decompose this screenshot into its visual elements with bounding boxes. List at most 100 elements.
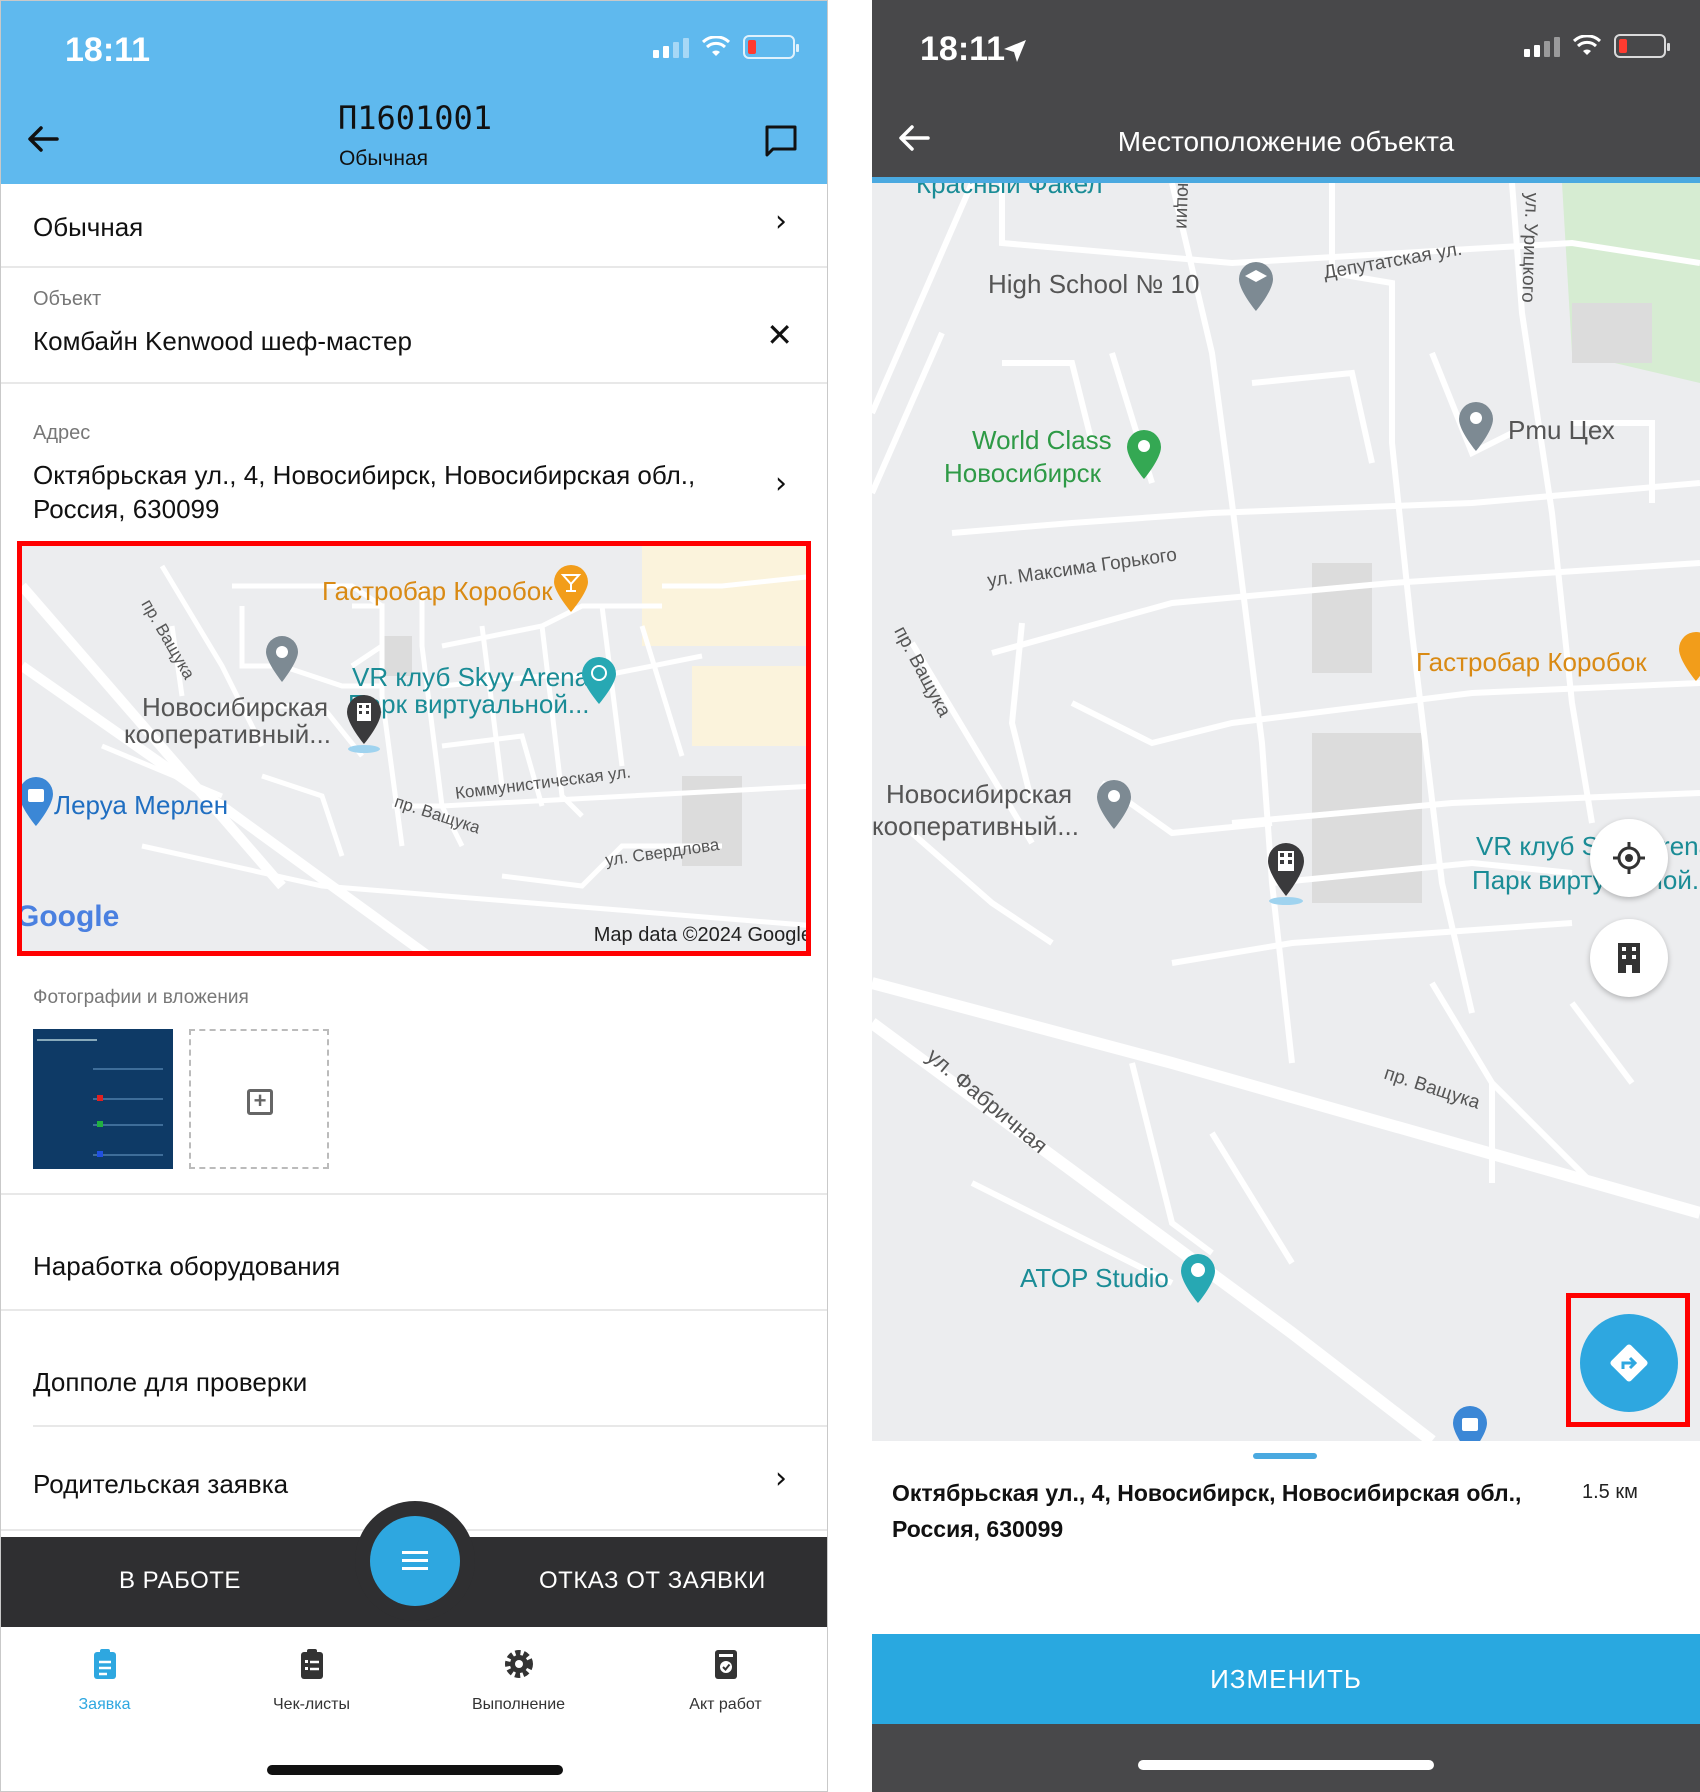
right-screen-object-location: 18:11 Местоположение объекта Красный Фак… (872, 0, 1700, 1792)
building-icon (1618, 943, 1640, 973)
menu-fab-button[interactable] (370, 1516, 460, 1606)
directions-button[interactable] (1580, 1314, 1678, 1412)
map-place-label: Красный Факел (916, 183, 1103, 199)
location-arrow-icon (1004, 40, 1026, 62)
map-place-label: Парк виртуальной... (348, 689, 590, 719)
google-logo: Google (17, 900, 120, 933)
signal-icon (653, 36, 689, 58)
bar-pin-icon (554, 565, 588, 612)
sheet-handle[interactable] (1253, 1453, 1317, 1459)
bottom-area (872, 1724, 1700, 1792)
clear-icon[interactable]: ✕ (766, 316, 793, 354)
status-time: 18:11 (920, 30, 1006, 68)
chat-icon[interactable] (763, 123, 799, 159)
directions-icon (1610, 1344, 1648, 1382)
address-line-1: Октябрьская ул., 4, Новосибирск, Новосиб… (892, 1480, 1522, 1506)
field-equipment-label: Наработка оборудования (33, 1251, 341, 1281)
battery-icon (743, 35, 799, 59)
map-street-label: юции (1171, 183, 1194, 230)
object-label: Объект (33, 288, 102, 310)
thumbnail-image (37, 1039, 163, 1157)
tab-request[interactable]: Заявка (1, 1647, 208, 1714)
request-type-value: Обычная (33, 212, 144, 242)
add-photo-icon: + (247, 1089, 273, 1115)
status-icons (1524, 34, 1670, 58)
shop-pin-icon (1453, 1406, 1487, 1441)
shop-pin-icon (22, 777, 53, 826)
wifi-icon (701, 36, 731, 56)
place-pin-icon (266, 636, 298, 682)
request-number: П1601001 (337, 99, 493, 137)
my-location-button[interactable] (1590, 819, 1668, 897)
map-place-label: кооперативный... (872, 811, 1079, 841)
map-place-label: ATOP Studio (1020, 1263, 1169, 1293)
request-type-subtitle: Обычная (338, 147, 429, 170)
object-row[interactable]: Объект Комбайн Kenwood шеф-мастер ✕ (1, 268, 827, 384)
map-place-label: Гастробар Коробок (1416, 647, 1647, 677)
address-value: Октябрьская ул., 4, Новосибирск, Новосиб… (33, 458, 695, 526)
map-copyright: Map data ©2024 Google (593, 924, 811, 946)
chevron-right-icon: › (775, 466, 787, 501)
object-value: Комбайн Kenwood шеф-мастер (33, 326, 412, 356)
map-preview[interactable]: Гастробар Коробок VR клуб Skyy Arena, Па… (17, 541, 811, 956)
location-header: 18:11 Местоположение объекта (872, 0, 1700, 183)
map-place-label: Pmu Цех (1508, 415, 1615, 445)
request-header: 18:11 П1601001 Обычная (1, 1, 827, 184)
fitness-pin-icon (1127, 430, 1161, 479)
tab-label: Заявка (78, 1696, 131, 1713)
map-place-label: Гастробар Коробок (322, 576, 553, 606)
home-indicator (1138, 1760, 1434, 1770)
tab-act[interactable]: Акт работ (622, 1647, 827, 1714)
left-screen-request-details: 18:11 П1601001 Обычная Обычная › Объект … (0, 0, 828, 1792)
status-icons (653, 35, 799, 59)
bar-pin-icon (1679, 632, 1700, 681)
map-place-label: Новосибирская (886, 779, 1073, 809)
school-pin-icon (1239, 262, 1273, 311)
map-place-label: Леруа Мерлен (54, 790, 229, 820)
attachments-label: Фотографии и вложения (33, 987, 249, 1008)
tab-execution[interactable]: Выполнение (415, 1647, 622, 1714)
map-place-label: High School № 10 (988, 269, 1200, 299)
map-place-label: кооперативный... (124, 719, 331, 749)
art-pin-icon (1181, 1254, 1215, 1303)
request-type-row[interactable]: Обычная › (1, 184, 827, 268)
object-location-button[interactable] (1590, 919, 1668, 997)
object-address: Октябрьская ул., 4, Новосибирск, Новосиб… (892, 1475, 1572, 1547)
address-row[interactable]: Адрес Октябрьская ул., 4, Новосибирск, Н… (1, 384, 827, 534)
address-line-1: Октябрьская ул., 4, Новосибирск, Новосиб… (33, 460, 696, 490)
field-parent-label: Родительская заявка (33, 1469, 289, 1499)
chevron-right-icon: › (775, 1461, 787, 1496)
menu-icon (402, 1551, 428, 1575)
address-line-2: Россия, 630099 (892, 1516, 1064, 1542)
battery-icon (1614, 34, 1670, 58)
map-place-label: World Class (972, 425, 1112, 455)
vr-pin-icon (582, 657, 616, 704)
tab-checklists[interactable]: Чек-листы (208, 1647, 415, 1714)
add-attachment-button[interactable]: + (189, 1029, 329, 1169)
reject-request-button[interactable]: ОТКАЗ ОТ ЗАЯВКИ (539, 1567, 766, 1595)
attachment-thumbnail[interactable] (33, 1029, 173, 1169)
object-location-pin-icon (347, 695, 381, 753)
map-place-label: Новосибирск (944, 458, 1101, 488)
checklist-icon (300, 1649, 323, 1679)
bottom-tab-bar: Заявка Чек-листы Выполнение Акт работ (1, 1627, 827, 1791)
field-extra[interactable]: Допполе для проверки (33, 1311, 827, 1427)
field-equipment[interactable]: Наработка оборудования (1, 1195, 827, 1311)
crosshair-icon (1613, 842, 1645, 874)
tab-label: Чек-листы (273, 1696, 350, 1713)
clipboard-icon (93, 1649, 116, 1679)
wifi-icon (1572, 35, 1602, 55)
place-pin-icon (1459, 402, 1493, 451)
change-location-button[interactable]: ИЗМЕНИТЬ (872, 1634, 1700, 1724)
act-icon (714, 1650, 737, 1679)
tab-label: Акт работ (689, 1696, 762, 1713)
in-work-button[interactable]: В РАБОТЕ (119, 1567, 241, 1595)
signal-icon (1524, 35, 1560, 57)
page-title: Местоположение объекта (1117, 126, 1455, 157)
tab-label: Выполнение (471, 1696, 566, 1713)
gear-wrench-icon (504, 1650, 533, 1678)
distance-label: 1.5 км (1582, 1481, 1638, 1503)
address-sheet: Октябрьская ул., 4, Новосибирск, Новосиб… (872, 1441, 1700, 1634)
place-pin-icon (1097, 780, 1131, 829)
location-map[interactable]: Красный Факел High School № 10 World Cla… (872, 183, 1700, 1441)
